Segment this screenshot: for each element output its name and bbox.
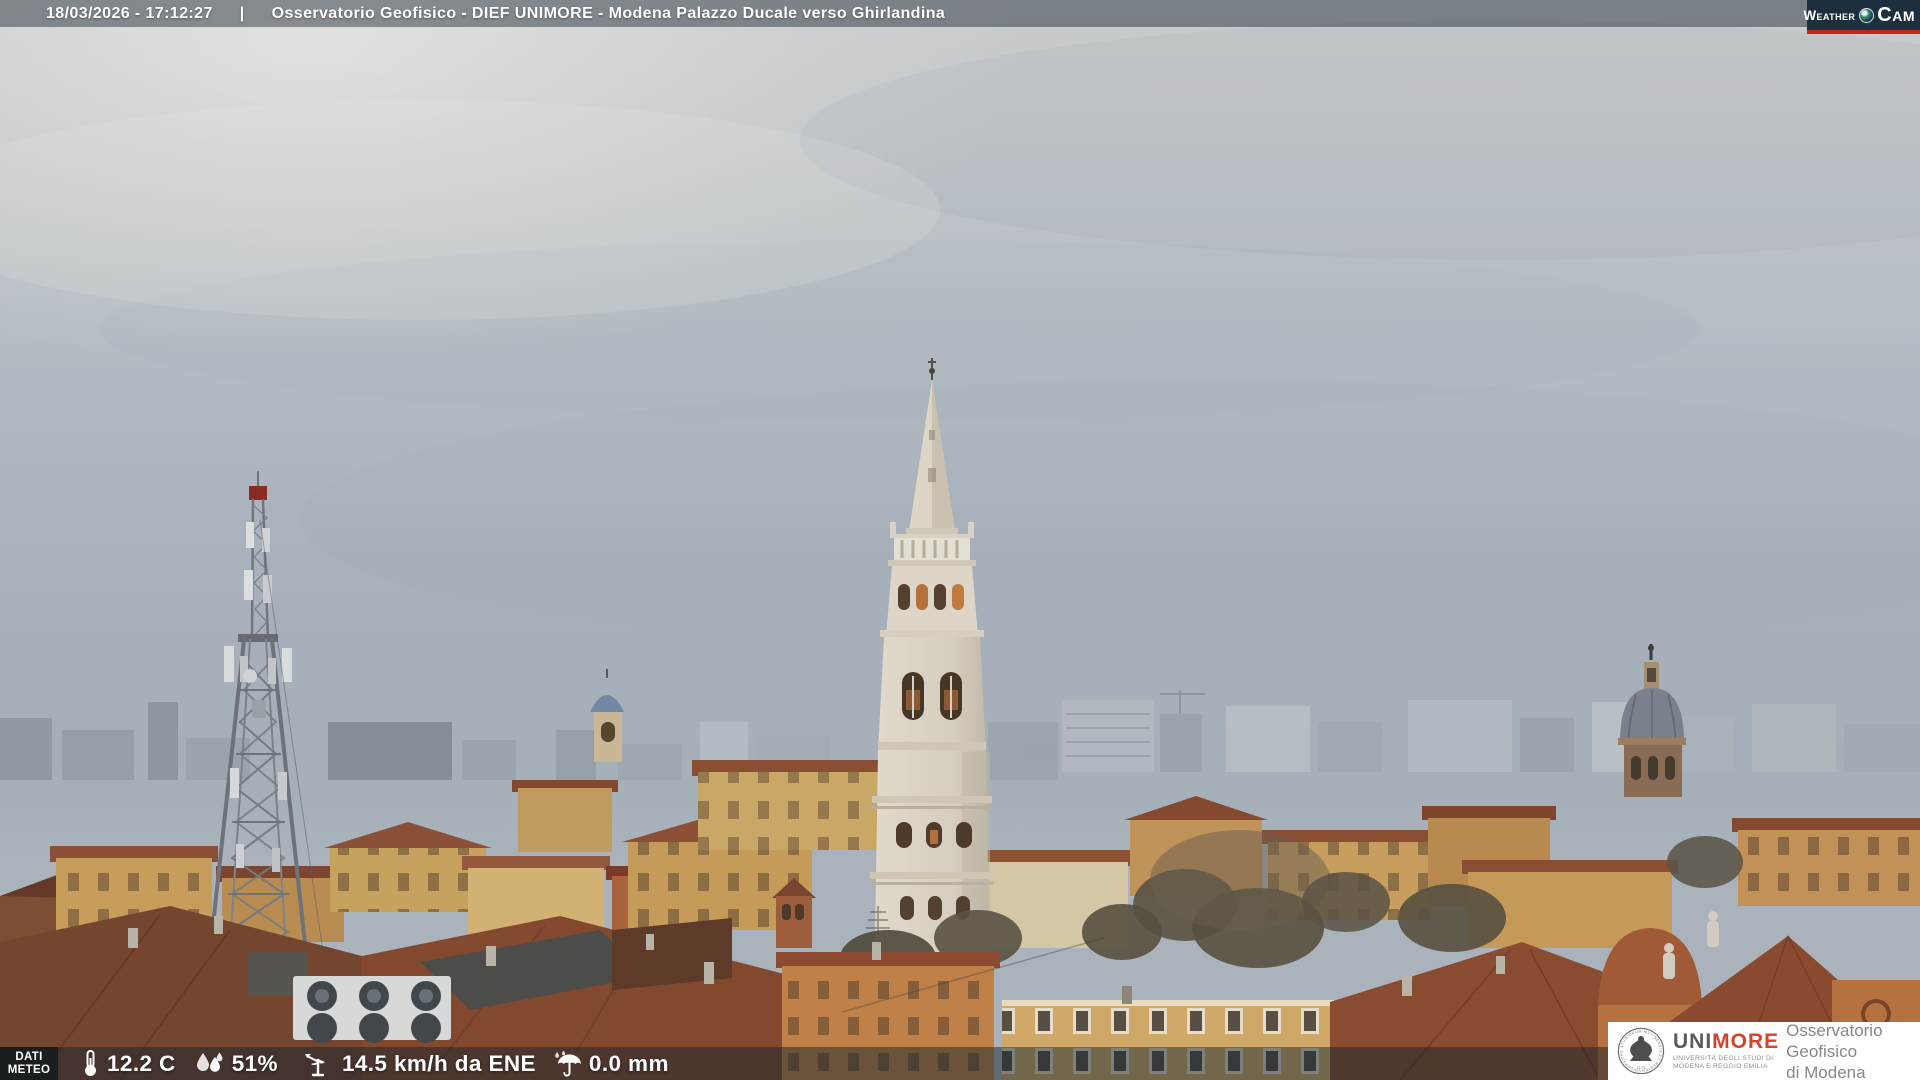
seal-year: 1175: [1637, 1065, 1646, 1070]
unimore-uni: UNI: [1673, 1030, 1713, 1053]
temperature-value: 12.2 C: [107, 1050, 176, 1076]
wind-reading: 14.5 km/h da ENE: [304, 1050, 536, 1077]
temperature-reading: 12.2 C: [82, 1050, 176, 1077]
humidity-value: 51%: [231, 1050, 278, 1076]
meteo-badge: DATI METEO: [0, 1047, 58, 1080]
meteo-badge-line2: METEO: [7, 1063, 51, 1076]
timestamp: 18/03/2026 - 17:12:27: [46, 4, 213, 22]
camera-lens-icon: [1858, 7, 1876, 25]
water-drops-icon: [196, 1052, 223, 1072]
umbrella-icon: [555, 1050, 581, 1077]
thermometer-icon: [85, 1050, 96, 1076]
observatory-line2: di Modena: [1786, 1062, 1866, 1080]
weathercam-logo-cam: Cam: [1877, 4, 1915, 26]
observatory-line1: Osservatorio Geofisico: [1786, 1020, 1883, 1061]
rain-value: 0.0 mm: [588, 1050, 669, 1076]
webcam-view: 18/03/2026 - 17:12:27 | Osservatorio Geo…: [0, 0, 1920, 1080]
rain-reading: 0.0 mm: [553, 1050, 669, 1077]
unimore-wordmark: UNIMORE UNIVERSITÀ DEGLI STUDI DI MODENA…: [1673, 1031, 1779, 1071]
unimore-brand-box: VNIVERSITAS STUDIORUM MUTINENSIS ET REGI…: [1608, 1020, 1920, 1080]
city-panorama: [0, 0, 1920, 1080]
meteo-badge-line1: DATI: [15, 1050, 43, 1063]
weathercam-logo: Weather Cam: [1803, 0, 1920, 30]
weathercam-logo-underline: [1807, 30, 1920, 34]
unimore-more: MORE: [1712, 1030, 1780, 1053]
webcam-title: Osservatorio Geofisico - DIEF UNIMORE - …: [271, 4, 946, 22]
humidity-reading: 51%: [194, 1051, 278, 1077]
wind-value: 14.5 km/h da ENE: [341, 1050, 536, 1076]
separator: |: [239, 4, 245, 22]
unimore-seal-icon: VNIVERSITAS STUDIORUM MUTINENSIS ET REGI…: [1617, 1027, 1665, 1075]
observatory-name: Osservatorio Geofisico di Modena: [1786, 1020, 1912, 1080]
top-info-bar: 18/03/2026 - 17:12:27 | Osservatorio Geo…: [0, 0, 1920, 27]
weathercam-logo-weather: Weather: [1803, 7, 1856, 23]
unimore-subtitle-line2: MODENA E REGGIO EMILIA: [1673, 1063, 1768, 1070]
unimore-subtitle-line1: UNIVERSITÀ DEGLI STUDI DI: [1673, 1055, 1774, 1062]
anemometer-icon: [304, 1054, 325, 1077]
seal-figure: [1630, 1036, 1652, 1062]
